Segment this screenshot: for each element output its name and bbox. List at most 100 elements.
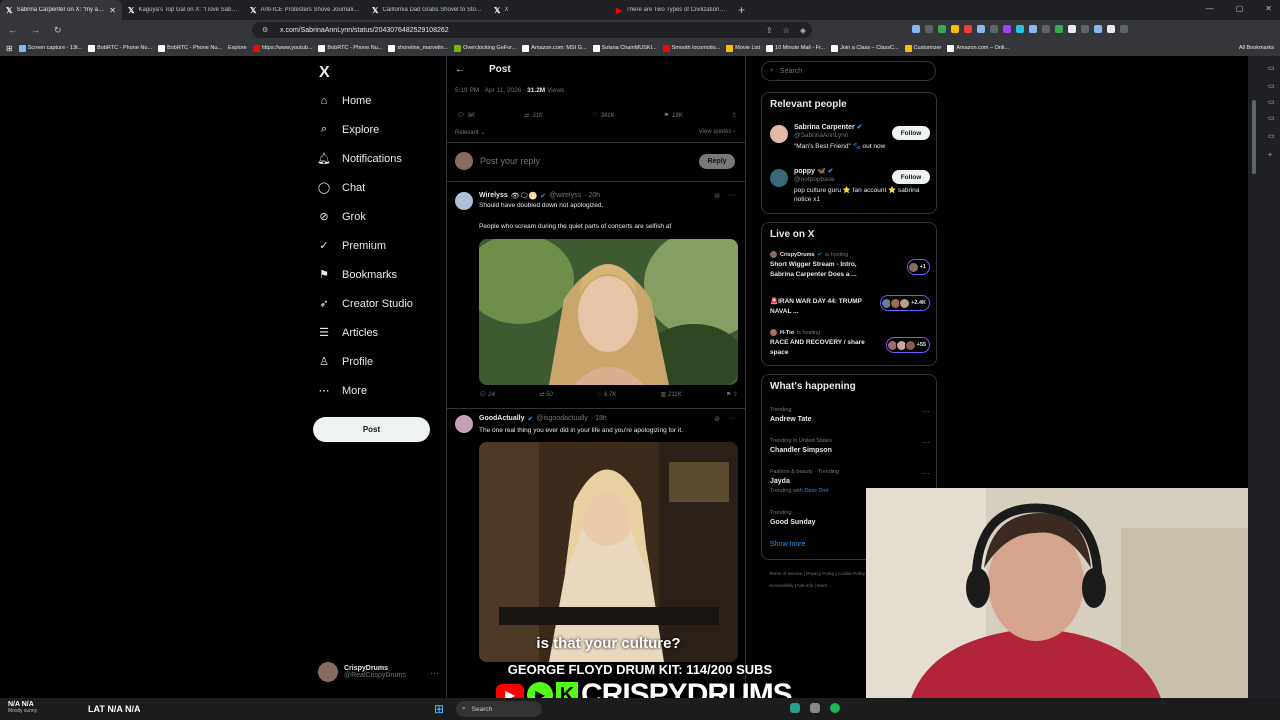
more-icon[interactable]: ··· <box>728 192 735 200</box>
sidebar-item-explore[interactable]: ⌕ Explore <box>318 115 413 144</box>
sidebar-item-chat[interactable]: ◯ Chat <box>318 173 413 202</box>
reply-button[interactable]: Reply <box>699 154 735 169</box>
new-tab-button[interactable]: + <box>738 3 745 17</box>
trend-link[interactable]: Dess Dior <box>804 488 828 494</box>
scrollbar-thumb[interactable] <box>1252 100 1256 174</box>
browser-tab[interactable]: ▶ There are Two Types of Civilizations... <box>610 0 732 20</box>
bookmark-item[interactable]: BobRTC - Phone Nu... <box>158 44 222 52</box>
post-button[interactable]: Post <box>313 417 430 442</box>
side-panel-icon[interactable]: ▭ <box>1268 114 1275 122</box>
menu-icon[interactable] <box>1120 25 1128 33</box>
view-quotes-link[interactable]: View quotes › <box>699 129 735 135</box>
trend-item[interactable]: Trending Andrew Tate ··· <box>770 407 930 423</box>
sidebar-item-premium[interactable]: ✓ Premium <box>318 231 413 260</box>
bookmark-stat[interactable]: ⚑ 18K <box>664 112 683 120</box>
like-stat[interactable]: ♡ 341K <box>592 112 614 120</box>
minimize-icon[interactable]: — <box>1206 4 1214 13</box>
extension-icon[interactable] <box>912 25 920 33</box>
sidebar-item-profile[interactable]: ♙ Profile <box>318 347 413 376</box>
person-card[interactable]: poppy 🦋 ✔ @notpopbase pop culture guru ⭐… <box>770 167 930 207</box>
bookmark-item[interactable]: Overclocking GeFor... <box>454 44 516 52</box>
grok-icon[interactable]: ⊘ <box>714 415 720 423</box>
live-space-item[interactable]: 🚨IRAN WAR DAY 44: TRUMP NAVAL ... +2.4K <box>770 295 930 323</box>
shield-icon[interactable]: ◈ <box>800 26 806 35</box>
repost-stat[interactable]: ⇄ 31K <box>524 112 543 120</box>
avatar[interactable] <box>455 192 473 210</box>
sidebar-item-creator-studio[interactable]: ➶ Creator Studio <box>318 289 413 318</box>
browser-tab[interactable]: 𝕏X <box>488 0 610 20</box>
reply-input[interactable]: Post your reply <box>480 156 540 166</box>
extension-icon[interactable] <box>964 25 972 33</box>
reply-tweet[interactable]: GoodActually ✔ @isgoodactually · 18h ⊘ ··… <box>447 415 745 698</box>
back-arrow-icon[interactable]: ← <box>455 64 465 75</box>
sidebar-item-bookmarks[interactable]: ⚑ Bookmarks <box>318 260 413 289</box>
avatar[interactable] <box>455 415 473 433</box>
sidebar-item-grok[interactable]: ⊘ Grok <box>318 202 413 231</box>
author-name[interactable]: GoodActually <box>479 415 525 423</box>
extension-icon[interactable] <box>977 25 985 33</box>
browser-tab[interactable]: 𝕏 California Dad Grabs Shovel to Stop... <box>366 0 488 20</box>
maximize-icon[interactable]: ▢ <box>1236 4 1244 13</box>
extension-icon[interactable] <box>925 25 933 33</box>
bookmark-item[interactable]: Join a Class – ClassC... <box>831 44 899 52</box>
extension-icon[interactable] <box>1029 25 1037 33</box>
extension-icon[interactable] <box>1016 25 1024 33</box>
add-icon[interactable]: + <box>1268 152 1272 159</box>
browser-tab[interactable]: 𝕏 Anti-ICE Protesters Shove Journalist... <box>244 0 366 20</box>
show-more-link[interactable]: Show more <box>770 541 805 548</box>
side-panel-icon[interactable]: ▭ <box>1268 98 1275 106</box>
reply-stat[interactable]: 💬︎ 9K <box>457 112 475 120</box>
reply-stat[interactable]: 💬︎ 24 <box>479 391 495 398</box>
listener-pill[interactable]: +2.4K <box>880 295 930 311</box>
sidebar-item-articles[interactable]: ☰ Articles <box>318 318 413 347</box>
like-stat[interactable]: ♡ 6.7K <box>597 391 616 398</box>
sidebar-item-home[interactable]: ⌂ Home <box>318 86 413 115</box>
app-icon[interactable] <box>810 703 820 713</box>
browser-tab[interactable]: 𝕏 Kaguya's Top Gal on X: "I love Sabrin..… <box>122 0 244 20</box>
bookmark-item[interactable]: BobRTC - Phone Nu... <box>88 44 152 52</box>
close-tab-icon[interactable]: ✕ <box>109 6 116 15</box>
more-icon[interactable]: ··· <box>430 668 439 678</box>
bookmark-item[interactable]: Solana ChainMUSKI... <box>592 44 657 52</box>
x-logo-icon[interactable]: X <box>319 64 330 82</box>
app-icon[interactable] <box>790 703 800 713</box>
sort-dropdown[interactable]: Relevant ⌄ <box>455 129 485 136</box>
browser-tab[interactable]: 𝕏 Sabrina Carpenter on X: "my ap... ✕ <box>0 0 122 20</box>
extension-icon[interactable] <box>1003 25 1011 33</box>
grok-icon[interactable]: ⊘ <box>714 192 720 200</box>
share-icon[interactable]: ⇪ <box>732 112 737 119</box>
extension-icon[interactable] <box>1094 25 1102 33</box>
url-bar[interactable]: ⚙ x.com/SabrinaAnnLynn/status/2043076482… <box>252 22 812 38</box>
bookmark-item[interactable]: shoreline_marvelin... <box>388 44 448 52</box>
trend-item[interactable]: Trending in United States Chandler Simps… <box>770 438 930 454</box>
extension-icon[interactable] <box>1081 25 1089 33</box>
side-panel-icon[interactable]: ▭ <box>1268 64 1275 72</box>
bookmark-item[interactable]: Amazon.com – Onli... <box>947 44 1009 52</box>
bookmark-item[interactable]: Movie List <box>726 44 760 52</box>
bookmark-item[interactable]: Screen capture - 13t... <box>18 44 82 52</box>
extension-icon[interactable] <box>1068 25 1076 33</box>
spotify-icon[interactable] <box>830 703 840 713</box>
more-icon[interactable]: ··· <box>922 469 930 478</box>
taskbar-search[interactable]: ⌕ Search <box>456 701 542 717</box>
bookmark-item[interactable]: 10 Minute Mail - Fr... <box>766 44 825 52</box>
repost-stat[interactable]: ⇄ 50 <box>539 391 552 398</box>
tweet-video[interactable]: is that your culture? <box>479 442 738 662</box>
bookmark-share-icons[interactable]: ⚑ ⇪ <box>726 391 738 398</box>
more-icon[interactable]: ··· <box>922 407 930 416</box>
site-info-icon[interactable]: ⚙ <box>262 26 268 34</box>
more-icon[interactable]: ··· <box>922 438 930 447</box>
tweet-image[interactable] <box>479 239 738 385</box>
all-bookmarks-button[interactable]: All Bookmarks <box>1239 45 1274 51</box>
sidebar-item-notifications[interactable]: 🔔︎ Notifications <box>317 144 413 173</box>
extension-icon[interactable] <box>951 25 959 33</box>
follow-button[interactable]: Follow <box>892 126 930 140</box>
person-card[interactable]: Sabrina Carpenter ✔ @SabrinaAnnLynn "Man… <box>770 123 930 157</box>
back-icon[interactable]: ← <box>8 25 17 36</box>
profile-icon[interactable] <box>1107 25 1115 33</box>
search-input[interactable]: ⌕ Search <box>761 61 936 81</box>
close-window-icon[interactable]: ✕ <box>1265 4 1272 13</box>
extension-icon[interactable] <box>1042 25 1050 33</box>
reload-icon[interactable]: ↻ <box>54 25 62 36</box>
side-panel-icon[interactable]: ▭ <box>1268 82 1275 90</box>
